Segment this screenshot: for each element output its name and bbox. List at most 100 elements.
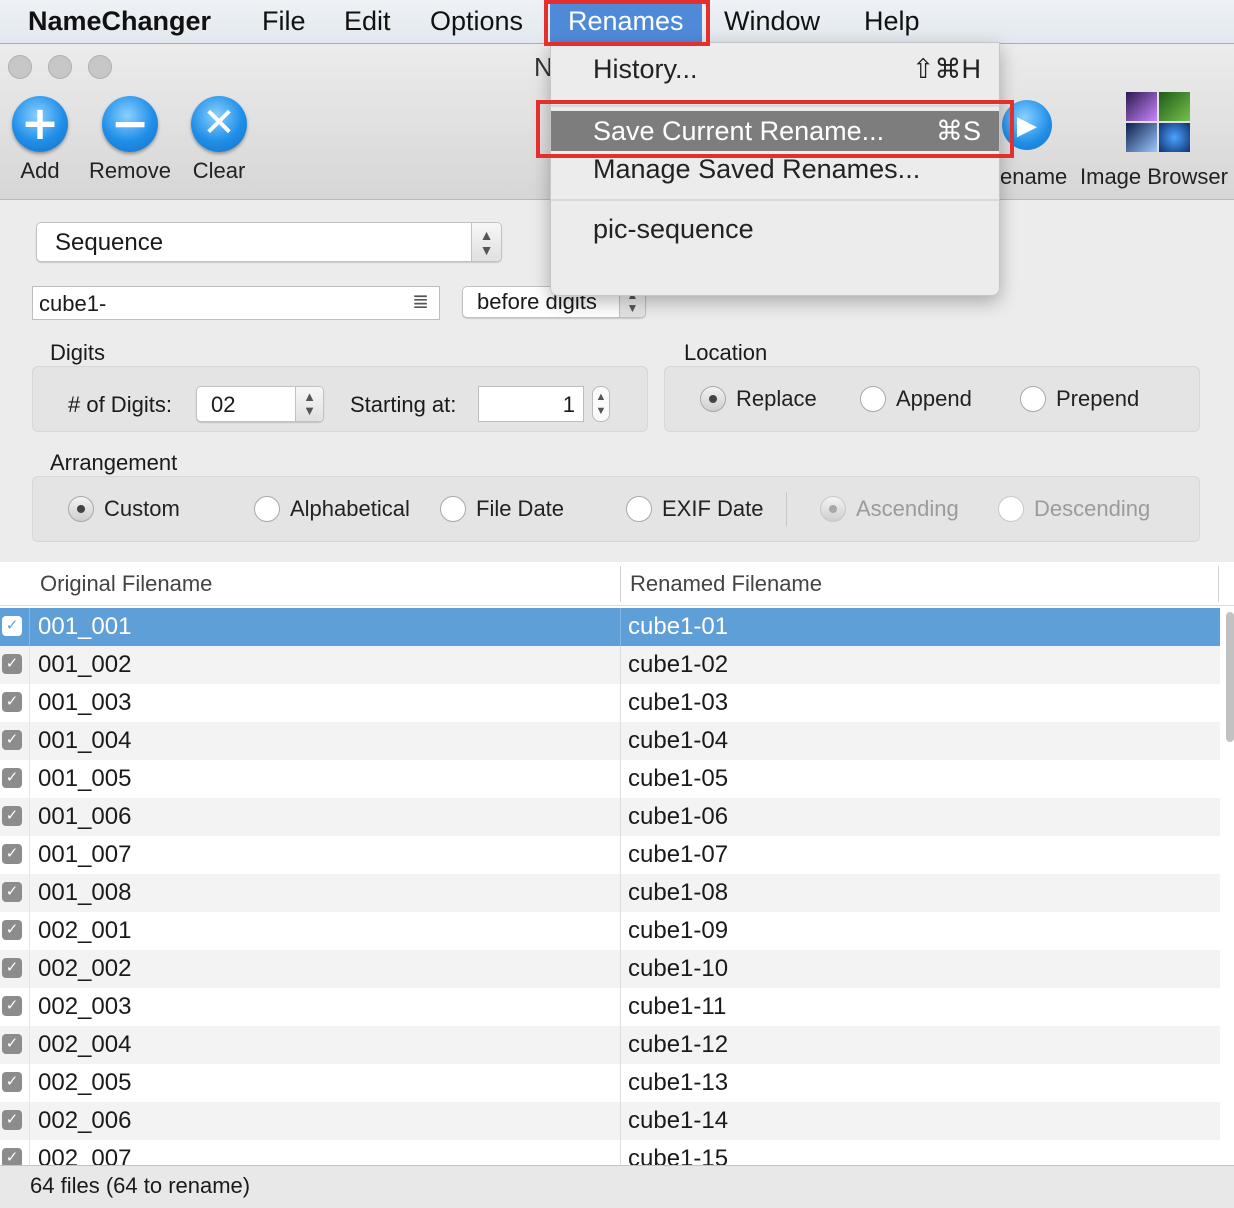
menu-item-history[interactable]: History... ⇧⌘H [551, 49, 999, 89]
location-replace-radio[interactable]: Replace [700, 386, 817, 412]
rename-mode-select[interactable]: Sequence ▲ ▼ [36, 222, 502, 262]
column-header-original[interactable]: Original Filename [40, 562, 212, 606]
order-ascending-radio[interactable]: Ascending [820, 496, 959, 522]
table-row[interactable]: ✓ 001_006 cube1-06 [0, 798, 1220, 836]
starting-at-field[interactable]: 1 [478, 386, 584, 422]
table-row[interactable]: ✓ 002_007 cube1-15 [0, 1140, 1220, 1165]
arrangement-custom-radio[interactable]: Custom [68, 496, 180, 522]
menu-renames[interactable]: Renames [550, 0, 702, 42]
num-digits-stepper[interactable]: 02 ▲ ▼ [196, 386, 324, 422]
table-row[interactable]: ✓ 001_008 cube1-08 [0, 874, 1220, 912]
zoom-window-button[interactable] [88, 55, 112, 79]
close-window-button[interactable] [8, 55, 32, 79]
menu-file[interactable]: File [262, 0, 306, 42]
table-row[interactable]: ✓ 001_005 cube1-05 [0, 760, 1220, 798]
insert-text-field[interactable]: cube1- ≣ [32, 286, 440, 320]
status-text: 64 files (64 to rename) [30, 1173, 251, 1198]
include-checkbox[interactable]: ✓ [2, 654, 22, 674]
plus-icon: + [12, 96, 68, 152]
remove-button[interactable]: − Remove [86, 96, 174, 184]
include-checkbox[interactable]: ✓ [2, 806, 22, 826]
cell-divider [620, 874, 621, 912]
table-row[interactable]: ✓ 001_007 cube1-07 [0, 836, 1220, 874]
include-checkbox[interactable]: ✓ [2, 844, 22, 864]
image-grid-icon [1126, 92, 1190, 152]
original-filename-cell: 002_001 [38, 917, 132, 944]
menu-item-save-current-rename[interactable]: Save Current Rename... ⌘S [551, 111, 999, 151]
table-row[interactable]: ✓ 001_004 cube1-04 [0, 722, 1220, 760]
minimize-window-button[interactable] [48, 55, 72, 79]
renamed-filename-cell: cube1-08 [628, 879, 729, 906]
chevron-updown-icon: ▲▼ [471, 223, 501, 261]
renamed-filename-cell: cube1-14 [628, 1107, 729, 1134]
menu-window[interactable]: Window [724, 0, 820, 42]
app-menu[interactable]: NameChanger [28, 0, 211, 42]
cell-divider [29, 1026, 30, 1064]
cell-divider [29, 722, 30, 760]
menu-edit[interactable]: Edit [344, 0, 391, 42]
include-checkbox[interactable]: ✓ [2, 920, 22, 940]
include-checkbox[interactable]: ✓ [2, 1148, 22, 1165]
include-checkbox[interactable]: ✓ [2, 768, 22, 788]
vertical-scrollbar[interactable] [1226, 612, 1234, 742]
include-checkbox[interactable]: ✓ [2, 692, 22, 712]
cell-divider [29, 988, 30, 1026]
column-divider[interactable] [620, 566, 621, 602]
location-append-label: Append [896, 386, 972, 411]
table-row[interactable]: ✓ 001_001 cube1-01 [0, 608, 1220, 646]
arrangement-exif-date-radio[interactable]: EXIF Date [626, 496, 763, 522]
list-icon[interactable]: ≣ [412, 289, 429, 314]
original-filename-cell: 001_005 [38, 765, 132, 792]
menu-item-saved-rename[interactable]: pic-sequence [551, 209, 999, 249]
rename-mode-value: Sequence [55, 229, 164, 256]
clear-button[interactable]: ✕ Clear [186, 96, 252, 184]
order-descending-radio[interactable]: Descending [998, 496, 1150, 522]
save-current-label: Save Current Rename... [593, 116, 885, 146]
renamed-filename-cell: cube1-10 [628, 955, 729, 982]
include-checkbox[interactable]: ✓ [2, 882, 22, 902]
renames-menu: History... ⇧⌘H Save Current Rename... ⌘S… [550, 42, 1000, 296]
cell-divider [29, 912, 30, 950]
renamed-filename-cell: cube1-11 [628, 993, 727, 1020]
cell-divider [620, 646, 621, 684]
arrangement-alphabetical-radio[interactable]: Alphabetical [254, 496, 410, 522]
clear-label: Clear [192, 158, 246, 183]
radio-selected-icon [700, 386, 726, 412]
table-row[interactable]: ✓ 002_004 cube1-12 [0, 1026, 1220, 1064]
include-checkbox[interactable]: ✓ [2, 1034, 22, 1054]
column-divider[interactable] [1218, 566, 1219, 602]
history-label: History... [593, 54, 698, 84]
table-row[interactable]: ✓ 001_002 cube1-02 [0, 646, 1220, 684]
include-checkbox[interactable]: ✓ [2, 616, 22, 636]
menu-item-manage-saved-renames[interactable]: Manage Saved Renames... [551, 149, 999, 189]
include-checkbox[interactable]: ✓ [2, 958, 22, 978]
table-row[interactable]: ✓ 002_002 cube1-10 [0, 950, 1220, 988]
menu-bar: NameChanger File Edit Options Renames Wi… [0, 0, 1234, 44]
include-checkbox[interactable]: ✓ [2, 1072, 22, 1092]
menu-options[interactable]: Options [430, 0, 523, 42]
table-rows: ✓ 001_001 cube1-01 ✓ 001_002 cube1-02 ✓ 001_003… [0, 608, 1220, 1165]
arrangement-exif-date-label: EXIF Date [662, 496, 764, 521]
rename-label: ename [1000, 164, 1068, 189]
column-header-renamed[interactable]: Renamed Filename [630, 562, 822, 606]
include-checkbox[interactable]: ✓ [2, 996, 22, 1016]
location-append-radio[interactable]: Append [860, 386, 972, 412]
renamed-filename-cell: cube1-15 [628, 1145, 729, 1165]
cell-divider [620, 684, 621, 722]
table-row[interactable]: ✓ 002_006 cube1-14 [0, 1102, 1220, 1140]
original-filename-cell: 002_004 [38, 1031, 132, 1058]
arrangement-file-date-radio[interactable]: File Date [440, 496, 564, 522]
renamed-filename-cell: cube1-05 [628, 765, 729, 792]
menu-help[interactable]: Help [864, 0, 920, 42]
add-button[interactable]: + Add [10, 96, 70, 184]
starting-at-stepper[interactable]: ▲ ▼ [592, 386, 610, 422]
table-row[interactable]: ✓ 001_003 cube1-03 [0, 684, 1220, 722]
table-row[interactable]: ✓ 002_001 cube1-09 [0, 912, 1220, 950]
include-checkbox[interactable]: ✓ [2, 1110, 22, 1130]
location-prepend-radio[interactable]: Prepend [1020, 386, 1139, 412]
include-checkbox[interactable]: ✓ [2, 730, 22, 750]
table-row[interactable]: ✓ 002_005 cube1-13 [0, 1064, 1220, 1102]
menu-separator [551, 199, 999, 201]
table-row[interactable]: ✓ 002_003 cube1-11 [0, 988, 1220, 1026]
cell-divider [29, 760, 30, 798]
